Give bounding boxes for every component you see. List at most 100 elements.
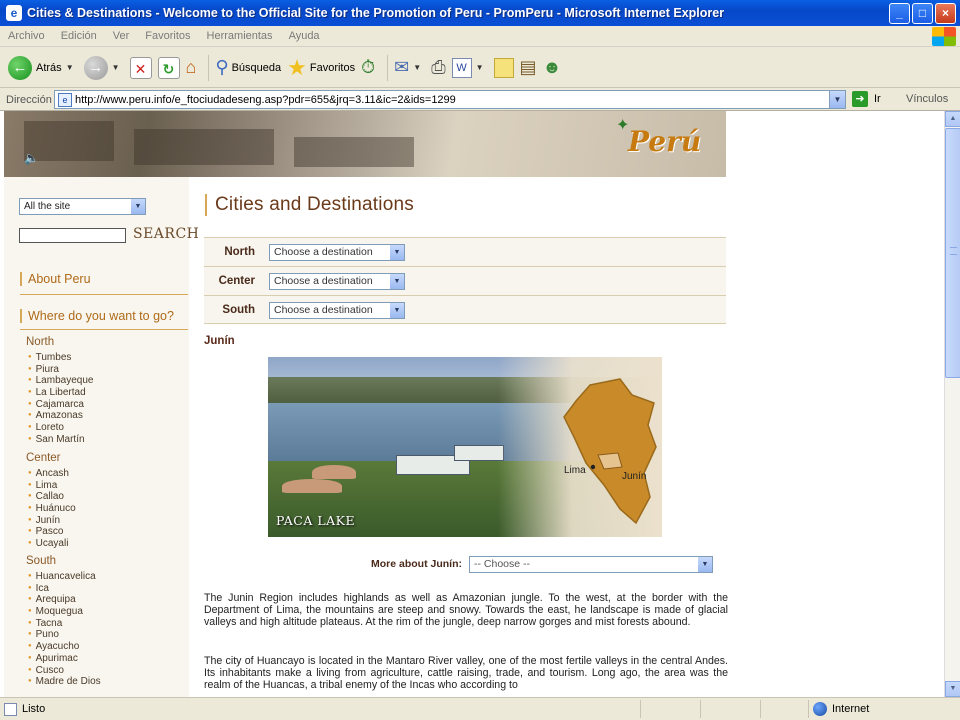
scroll-grip-icon [950, 247, 957, 255]
photo-parasol [312, 465, 356, 479]
chevron-down-icon: ▼ [390, 245, 404, 260]
scroll-down-arrow-icon[interactable]: ▼ [945, 681, 960, 697]
window-controls: _ □ × [889, 3, 956, 24]
maximize-button[interactable]: □ [912, 3, 933, 24]
list-item[interactable]: Lima [28, 480, 76, 492]
peru-logo[interactable]: Perú [628, 125, 701, 158]
status-text: Listo [22, 703, 46, 715]
north-destination-select[interactable]: Choose a destination ▼ [269, 244, 405, 261]
star-icon: ★ [287, 54, 307, 80]
close-button[interactable]: × [935, 3, 956, 24]
where-to-go-heading: Where do you want to go? [20, 309, 174, 323]
list-item[interactable]: Madre de Dios [28, 676, 101, 688]
photo-parasol [282, 479, 342, 493]
menu-favoritos[interactable]: Favoritos [141, 30, 198, 42]
site-banner: 🔈 ✦ Perú [4, 111, 726, 177]
menu-archivo[interactable]: Archivo [4, 30, 53, 42]
mail-button[interactable]: ✉ ▼ [394, 57, 425, 78]
list-item[interactable]: San Martín [28, 434, 93, 446]
list-item[interactable]: Apurimac [28, 653, 101, 665]
list-item[interactable]: Cusco [28, 665, 101, 677]
back-button[interactable]: ← Atrás ▼ [8, 55, 78, 80]
page-viewport: 🔈 ✦ Perú All the site ▼ SEARCH About Per… [0, 111, 944, 697]
home-button[interactable]: ⌂ [186, 57, 197, 78]
about-peru-link[interactable]: About Peru [20, 272, 91, 286]
minimize-button[interactable]: _ [889, 3, 910, 24]
go-button[interactable]: ➜ Ir [852, 91, 881, 107]
list-item[interactable]: La Libertad [28, 387, 93, 399]
edit-button[interactable]: W ▼ [451, 57, 488, 78]
menu-ayuda[interactable]: Ayuda [285, 30, 328, 42]
list-item[interactable]: Loreto [28, 422, 93, 434]
list-item[interactable]: Arequipa [28, 594, 101, 606]
discuss-button[interactable] [493, 57, 514, 78]
speaker-icon[interactable]: 🔈 [24, 151, 39, 165]
list-item[interactable]: Junín [28, 515, 76, 527]
links-label[interactable]: Vínculos [906, 93, 948, 105]
list-item[interactable]: Cajamarca [28, 399, 93, 411]
page-icon: e [58, 92, 72, 107]
address-label: Dirección [6, 93, 52, 106]
search-button[interactable]: ⚲ Búsqueda [215, 57, 281, 78]
destination-row-north: North Choose a destination ▼ [204, 237, 726, 266]
site-scope-select[interactable]: All the site ▼ [19, 198, 146, 215]
list-item[interactable]: Ica [28, 583, 101, 595]
south-destination-select[interactable]: Choose a destination ▼ [269, 302, 405, 319]
address-input[interactable]: e http://www.peru.info/e_ftociudadeseng.… [54, 90, 846, 109]
list-item[interactable]: Piura [28, 364, 93, 376]
list-item[interactable]: Lambayeque [28, 375, 94, 387]
list-item[interactable]: Tacna [28, 618, 101, 630]
favorites-label: Favoritos [309, 61, 356, 74]
address-url[interactable]: http://www.peru.info/e_ftociudadeseng.as… [75, 94, 456, 106]
region-center: Center [26, 452, 61, 464]
word-icon: W [451, 57, 472, 78]
menu-herramientas[interactable]: Herramientas [203, 30, 281, 42]
list-item[interactable]: Ancash [28, 468, 76, 480]
menu-bar: Archivo Edición Ver Favoritos Herramient… [0, 26, 960, 47]
history-button[interactable]: ⏱ [361, 57, 375, 78]
menu-ver[interactable]: Ver [109, 30, 138, 42]
messenger-button[interactable]: ☻ [543, 57, 562, 78]
center-destination-list: Ancash Lima Callao Huánuco Junín Pasco U… [28, 468, 76, 550]
list-item[interactable]: Huánuco [28, 503, 76, 515]
search-submit-button[interactable]: SEARCH [133, 226, 199, 242]
photo-caption: PACA LAKE [276, 513, 356, 528]
region-north: North [26, 336, 55, 348]
scroll-thumb[interactable] [945, 128, 960, 378]
center-destination-select[interactable]: Choose a destination ▼ [269, 273, 405, 290]
list-item[interactable]: Pasco [28, 526, 76, 538]
print-button[interactable]: ⎙ [431, 57, 445, 78]
destination-selector-table: North Choose a destination ▼ Center Choo… [204, 237, 726, 324]
forward-button[interactable]: → ▼ [83, 55, 124, 80]
peru-map-icon [563, 378, 657, 525]
more-about-label: More about Junín: [371, 558, 462, 570]
more-about-select[interactable]: -- Choose -- ▼ [469, 556, 713, 573]
security-zone: Internet [808, 700, 869, 718]
row-label: North [224, 246, 255, 258]
list-item[interactable]: Amazonas [28, 410, 93, 422]
address-dropdown-icon[interactable]: ▼ [829, 91, 845, 108]
list-item[interactable]: Ayacucho [28, 641, 101, 653]
destination-heading: Junín [204, 335, 235, 347]
forward-dropdown-icon[interactable]: ▼ [112, 63, 120, 72]
edit-dropdown-icon[interactable]: ▼ [476, 63, 484, 72]
vertical-scrollbar[interactable]: ▲ ▼ [944, 111, 960, 697]
scroll-up-arrow-icon[interactable]: ▲ [945, 111, 960, 127]
list-item[interactable]: Puno [28, 629, 101, 641]
windows-logo-icon [932, 27, 956, 46]
research-button[interactable]: ▤ [520, 57, 537, 78]
back-dropdown-icon[interactable]: ▼ [66, 63, 74, 72]
list-item[interactable]: Huancavelica [28, 571, 101, 583]
list-item[interactable]: Moquegua [28, 606, 101, 618]
list-item[interactable]: Tumbes [28, 352, 93, 364]
favorites-button[interactable]: ★ Favoritos [287, 55, 355, 81]
select-value: Choose a destination [274, 246, 373, 258]
list-item[interactable]: Ucayali [28, 538, 76, 550]
list-item[interactable]: Callao [28, 491, 76, 503]
search-input[interactable] [19, 228, 126, 243]
refresh-button[interactable]: ↻ [157, 56, 180, 79]
mail-dropdown-icon[interactable]: ▼ [413, 63, 421, 72]
stop-button[interactable]: ✕ [129, 56, 152, 79]
menu-edicion[interactable]: Edición [57, 30, 105, 42]
page-title: Cities and Destinations [205, 194, 414, 216]
